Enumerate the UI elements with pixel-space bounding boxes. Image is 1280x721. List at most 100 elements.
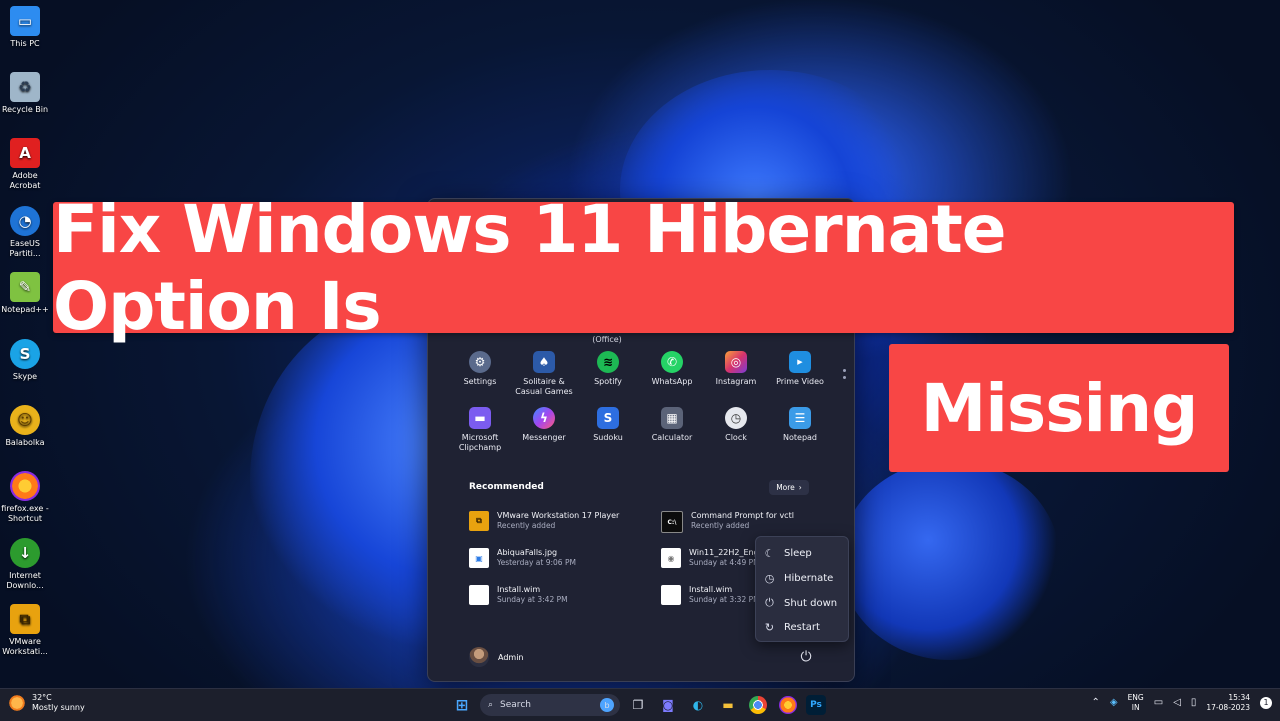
edge-icon[interactable]: ◐ [686,693,710,717]
app-clock[interactable]: ◷ Clock [704,407,768,443]
notepad-icon: ☰ [789,407,811,429]
lang-bottom: IN [1131,703,1140,712]
notification-icon[interactable]: 1 [1260,697,1272,709]
prime-video-icon: ▶ [789,351,811,373]
task-view-icon[interactable]: ❐ [626,693,650,717]
power-button[interactable]: ⏻ [796,647,816,667]
desktop-icon-skype[interactable]: S Skype [0,339,50,382]
teams-chat-icon[interactable]: ◙ [656,693,680,717]
desktop-icon-label: Balabolka [5,438,45,447]
taskbar-apps: ⊞ ⌕ Search b ❐ ◙ ◐ ▬ Ps [450,692,826,718]
power-menu-label: Sleep [784,547,812,559]
more-button[interactable]: More › [769,480,809,495]
recommended-sub: Sunday at 3:32 PM [689,595,760,604]
app-label: Prime Video [776,377,824,386]
recommended-sub: Sunday at 4:49 PM [689,558,760,567]
desktop-icon-easeus[interactable]: ◔ EaseUS Partiti... [0,206,50,259]
messenger-icon: ϟ [533,407,555,429]
app-instagram[interactable]: ◎ Instagram [704,351,768,387]
weather-desc: Mostly sunny [32,703,85,712]
desktop-icon-idm[interactable]: ↓ Internet Downlo... [0,538,50,591]
balabolka-icon: ☺ [10,405,40,435]
app-label: Instagram [715,377,757,386]
app-spotify[interactable]: ≋ Spotify [576,351,640,387]
bing-icon: b [600,698,614,712]
recommended-name: Install.wim [497,585,541,594]
desktop-icon-label: Adobe Acrobat [9,171,41,190]
power-menu-hibernate[interactable]: ◷ Hibernate [756,566,848,590]
recommended-title: Recommended [469,482,544,492]
recommended-item[interactable]: Install.wim Sunday at 3:42 PM [469,585,649,613]
clock-icon: ◷ [764,571,775,585]
app-settings[interactable]: ⚙ Settings [448,351,512,387]
desktop-icon-firefox[interactable]: firefox.exe - Shortcut [0,471,50,524]
page-dots[interactable] [843,369,846,383]
recommended-item[interactable]: C:\ Command Prompt for vctl Recently add… [661,511,841,539]
firefox-icon[interactable] [779,696,797,714]
file-explorer-icon[interactable]: ▬ [716,693,740,717]
app-notepad[interactable]: ☰ Notepad [768,407,832,443]
power-menu-shutdown[interactable]: ⏻ Shut down [756,591,848,615]
app-label: WhatsApp [651,377,693,386]
vmware-icon: ⧉ [469,511,489,531]
volume-icon[interactable]: ◁ [1173,698,1181,708]
desktop-icon-this-pc[interactable]: ▭ This PC [0,6,50,49]
app-clipchamp[interactable]: ▬ Microsoft Clipchamp [448,407,512,453]
subtitle-text: Missing [920,369,1199,447]
power-menu-label: Hibernate [784,572,834,584]
file-icon [469,585,489,605]
windows-start-icon[interactable]: ⊞ [450,693,474,717]
desktop-icon-balabolka[interactable]: ☺ Balabolka [0,405,50,448]
recommended-item[interactable]: ▣ AbiquaFalls.jpg Yesterday at 9:06 PM [469,548,649,576]
photoshop-icon[interactable]: Ps [806,695,826,715]
power-icon: ⏻ [765,596,774,609]
terminal-icon: C:\ [661,511,683,533]
recommended-item[interactable]: ⧉ VMware Workstation 17 Player Recently … [469,511,649,539]
app-label: Spotify [594,377,622,386]
desktop-icon-label: firefox.exe - Shortcut [1,504,49,523]
wallpaper-bloom [840,460,1060,660]
desktop-icon-label: EaseUS Partiti... [9,239,41,258]
app-messenger[interactable]: ϟ Messenger [512,407,576,443]
calculator-icon: ▦ [661,407,683,429]
avatar [469,647,489,667]
network-icon[interactable]: ▭ [1154,698,1163,708]
lang-top: ENG [1127,693,1144,702]
notepad-plus-icon: ✎ [10,272,40,302]
file-icon [661,585,681,605]
desktop-icon-label: This PC [10,39,40,48]
clock-display[interactable]: 15:34 17-08-2023 [1206,693,1250,713]
desktop-icon-vmware[interactable]: ⧉ VMware Workstati... [0,604,50,657]
user-account[interactable]: Admin [469,647,524,667]
app-label: Microsoft Clipchamp [458,433,502,452]
recycle-bin-icon: ♻ [10,72,40,102]
desktop-icon-label: Internet Downlo... [6,571,44,590]
desktop-icon-recycle-bin[interactable]: ♻ Recycle Bin [0,72,50,115]
app-label: Sudoku [593,433,623,442]
language-indicator[interactable]: ENG IN [1128,693,1144,713]
desktop-icon-label: VMware Workstati... [2,637,48,656]
chrome-icon[interactable] [749,696,767,714]
app-prime-video[interactable]: ▶ Prime Video [768,351,832,387]
disc-image-icon: ◉ [661,548,681,568]
recommended-name: AbiquaFalls.jpg [497,548,558,557]
power-menu-restart[interactable]: ↻ Restart [756,615,848,639]
sudoku-icon: S [597,407,619,429]
app-calculator[interactable]: ▦ Calculator [640,407,704,443]
desktop-icon-notepad-plus[interactable]: ✎ Notepad++ [0,272,50,315]
app-solitaire[interactable]: ♠ Solitaire & Casual Games [512,351,576,397]
weather-widget[interactable]: 32°C Mostly sunny [8,693,85,713]
search-input[interactable]: ⌕ Search b [480,694,620,716]
time: 15:34 [1228,693,1250,702]
battery-icon[interactable]: ▯ [1191,698,1197,708]
app-sudoku[interactable]: S Sudoku [576,407,640,443]
clock-icon: ◷ [725,407,747,429]
recommended-sub: Recently added [497,521,556,530]
chevron-up-icon[interactable]: ⌃ [1091,698,1099,708]
spotify-icon: ≋ [597,351,619,373]
easeus-icon: ◔ [10,206,40,236]
desktop-icon-adobe-acrobat[interactable]: A Adobe Acrobat [0,138,50,191]
app-whatsapp[interactable]: ✆ WhatsApp [640,351,704,387]
power-menu-sleep[interactable]: ☾ Sleep [756,541,848,565]
security-icon[interactable]: ◈ [1110,698,1118,708]
